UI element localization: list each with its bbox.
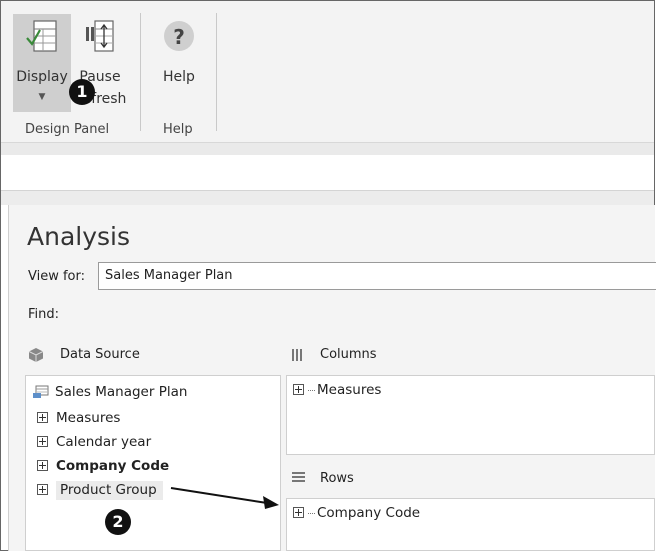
callout-badge-1: 1 <box>69 79 95 105</box>
group-label-design-panel: Design Panel <box>25 122 110 137</box>
svg-text:?: ? <box>173 25 185 49</box>
help-question-icon: ? <box>164 21 194 51</box>
help-button[interactable]: ? Help <box>154 14 204 112</box>
help-label: Help <box>163 69 195 85</box>
display-grid-icon <box>26 20 57 52</box>
display-label: Display <box>16 69 68 85</box>
display-button[interactable]: Display ▼ <box>13 14 71 112</box>
callout-badge-2: 2 <box>105 509 131 535</box>
group-label-help: Help <box>163 122 193 137</box>
ribbon-shadow <box>1 143 654 155</box>
chevron-down-icon[interactable]: ▼ <box>13 92 71 102</box>
divider-strip <box>1 191 654 205</box>
analysis-pane: Analysis View for: Sales Manager Plan Fi… <box>8 205 656 551</box>
ribbon-separator <box>140 13 141 131</box>
ribbon: Display ▼ Pause Refresh ? Help Design Pa… <box>1 1 654 143</box>
pause-refresh-icon <box>86 20 114 52</box>
drag-arrow-annotation <box>170 487 279 509</box>
toolbar-strip <box>1 155 654 191</box>
ribbon-separator <box>216 13 217 131</box>
